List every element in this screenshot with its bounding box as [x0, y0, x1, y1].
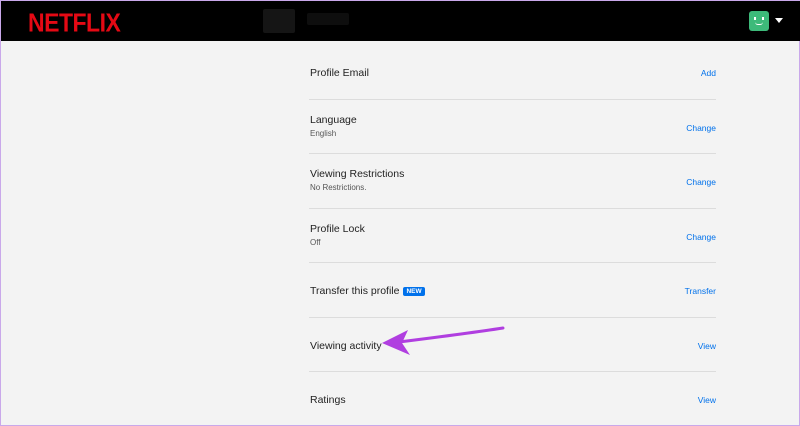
change-profile-lock-link[interactable]: Change: [686, 232, 716, 242]
top-navigation-bar: NETFLIX: [1, 1, 800, 41]
profile-name-redacted: [307, 13, 349, 25]
account-dropdown-caret-icon[interactable]: [775, 18, 783, 23]
view-activity-link[interactable]: View: [698, 341, 716, 351]
profile-thumbnail: [263, 9, 295, 33]
settings-row-profile-email: Profile Email Add: [309, 45, 716, 100]
netflix-logo[interactable]: NETFLIX: [28, 8, 121, 38]
settings-row-title: Transfer this profile NEW: [310, 285, 425, 297]
account-avatar[interactable]: [749, 11, 769, 31]
settings-row-ratings: Ratings View: [309, 372, 716, 426]
change-restrictions-link[interactable]: Change: [686, 177, 716, 187]
settings-row-title: Profile Lock: [310, 222, 365, 235]
avatar-eye-icon: [754, 17, 756, 20]
settings-row-language: Language English Change: [309, 100, 716, 154]
profile-settings-list: Profile Email Add Language English Chang…: [309, 45, 716, 426]
settings-row-title: Viewing Restrictions: [310, 168, 405, 180]
settings-row-value: English: [310, 128, 337, 138]
transfer-profile-link[interactable]: Transfer: [685, 286, 716, 296]
settings-row-value: No Restrictions.: [310, 183, 367, 192]
change-language-link[interactable]: Change: [686, 123, 716, 133]
settings-row-title: Language: [310, 113, 357, 126]
settings-row-viewing-activity: Viewing activity View: [309, 318, 716, 372]
avatar-smile-icon: [755, 22, 763, 25]
new-badge: NEW: [403, 287, 425, 296]
view-ratings-link[interactable]: View: [698, 395, 716, 405]
avatar-eye-icon: [762, 17, 764, 20]
add-email-link[interactable]: Add: [701, 68, 716, 78]
settings-row-transfer-profile: Transfer this profile NEW Transfer: [309, 263, 716, 318]
settings-row-viewing-restrictions: Viewing Restrictions No Restrictions. Ch…: [309, 154, 716, 209]
settings-row-title: Ratings: [310, 394, 346, 406]
settings-row-title: Profile Email: [310, 67, 369, 79]
settings-row-title: Viewing activity: [310, 339, 382, 352]
settings-row-title-text: Transfer this profile: [310, 285, 400, 297]
settings-row-profile-lock: Profile Lock Off Change: [309, 209, 716, 263]
settings-row-value: Off: [310, 237, 321, 247]
